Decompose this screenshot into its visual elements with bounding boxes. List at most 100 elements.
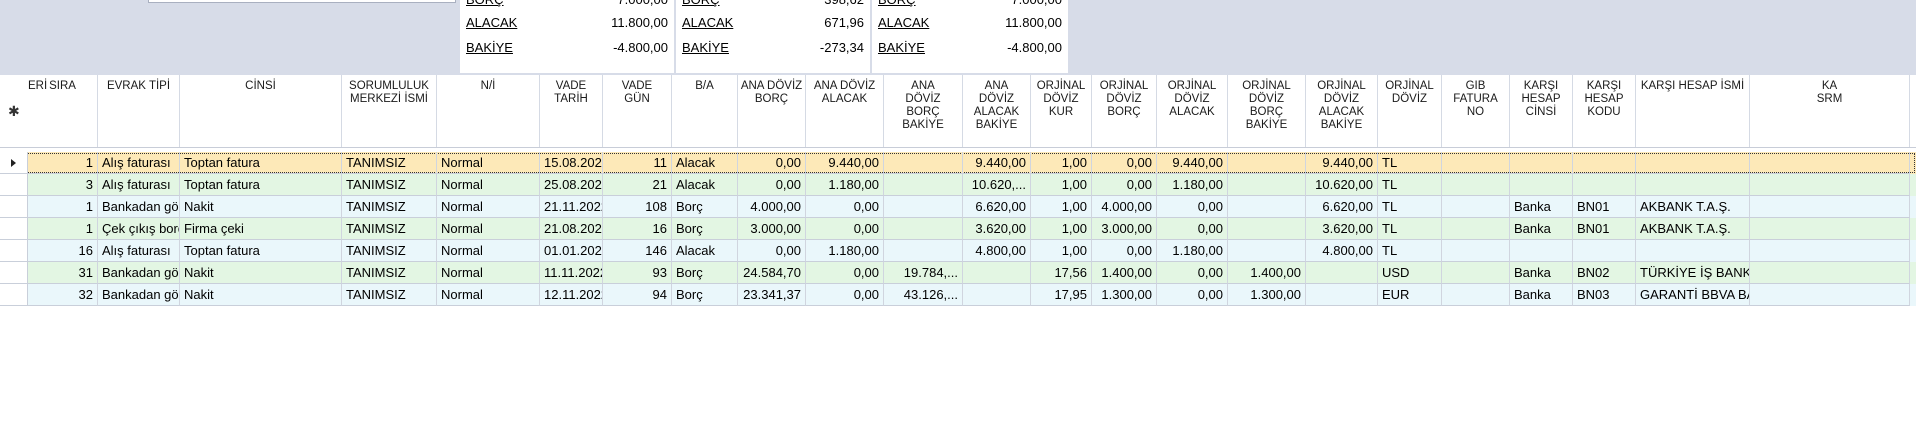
table-cell[interactable]: 94: [603, 284, 672, 306]
table-cell[interactable]: 108: [603, 196, 672, 218]
table-cell[interactable]: 9.440,00: [1157, 152, 1228, 174]
table-cell[interactable]: [884, 152, 963, 174]
table-cell[interactable]: 1,00: [1031, 218, 1092, 240]
table-cell[interactable]: TANIMSIZ: [342, 152, 437, 174]
table-cell[interactable]: TANIMSIZ: [342, 240, 437, 262]
table-cell[interactable]: 1.180,00: [806, 240, 884, 262]
table-row[interactable]: 1 Alış faturası Toptan fatura TANIMSIZ Norma…: [0, 152, 1916, 174]
table-cell[interactable]: [884, 196, 963, 218]
table-cell[interactable]: 1.180,00: [1157, 174, 1228, 196]
column-header[interactable]: KARŞI HESAP CİNSİ: [1510, 75, 1573, 147]
table-cell[interactable]: [1636, 240, 1750, 262]
table-cell[interactable]: [1750, 284, 1910, 306]
table-cell[interactable]: 10.620,...: [963, 174, 1031, 196]
table-cell[interactable]: TL: [1378, 240, 1442, 262]
table-cell[interactable]: Borç: [672, 196, 738, 218]
table-cell[interactable]: TANIMSIZ: [342, 284, 437, 306]
table-cell[interactable]: [1573, 240, 1636, 262]
table-cell[interactable]: 1.180,00: [806, 174, 884, 196]
column-header[interactable]: ORJİNAL DÖVİZ: [1378, 75, 1442, 147]
table-cell[interactable]: 1: [28, 196, 98, 218]
table-cell[interactable]: [1510, 174, 1573, 196]
table-cell[interactable]: [1750, 262, 1910, 284]
column-header[interactable]: KA SRM: [1750, 75, 1910, 147]
table-cell[interactable]: [1750, 240, 1910, 262]
table-cell[interactable]: Bankadan gönderilen havale fişi: [98, 284, 180, 306]
table-cell[interactable]: Toptan fatura: [180, 174, 342, 196]
column-header[interactable]: ORJİNAL DÖVİZ ALACAK BAKİYE: [1306, 75, 1378, 147]
table-cell[interactable]: 0,00: [738, 240, 806, 262]
table-cell[interactable]: 3.620,00: [963, 218, 1031, 240]
table-row[interactable]: 1Bankadan gönderilen havale fişiNakitTAN…: [0, 196, 1916, 218]
table-cell[interactable]: 1,00: [1031, 196, 1092, 218]
table-cell[interactable]: 9.440,00: [806, 152, 884, 174]
column-header[interactable]: CİNSİ: [180, 75, 342, 147]
table-cell[interactable]: TL: [1378, 218, 1442, 240]
table-cell[interactable]: [884, 174, 963, 196]
row-indicator[interactable]: [0, 174, 28, 196]
table-cell[interactable]: 3: [28, 174, 98, 196]
table-cell[interactable]: 3.000,00: [738, 218, 806, 240]
table-cell[interactable]: Banka: [1510, 218, 1573, 240]
table-cell[interactable]: 4.000,00: [738, 196, 806, 218]
table-cell[interactable]: [1510, 240, 1573, 262]
column-header[interactable]: EVRAK TİPİ: [98, 75, 180, 147]
row-indicator[interactable]: [0, 218, 28, 240]
column-header[interactable]: GIB FATURA NO: [1442, 75, 1510, 147]
table-cell[interactable]: 0,00: [738, 152, 806, 174]
table-cell[interactable]: Bankadan gönderilen havale fişi: [98, 196, 180, 218]
column-header[interactable]: VADE GÜN: [603, 75, 672, 147]
table-cell[interactable]: [1228, 196, 1306, 218]
table-cell[interactable]: Bankadan gönderilen havale fişi: [98, 262, 180, 284]
table-cell[interactable]: Toptan fatura: [180, 152, 342, 174]
table-cell[interactable]: USD: [1378, 262, 1442, 284]
table-cell[interactable]: [1573, 174, 1636, 196]
table-cell[interactable]: TANIMSIZ: [342, 218, 437, 240]
table-cell[interactable]: 17,95: [1031, 284, 1092, 306]
table-cell[interactable]: 1,00: [1031, 240, 1092, 262]
table-cell[interactable]: Banka: [1510, 262, 1573, 284]
row-indicator[interactable]: [0, 262, 28, 284]
summary-label-link[interactable]: ALACAK: [878, 14, 929, 32]
column-header[interactable]: ORJİNAL DÖVİZ KUR: [1031, 75, 1092, 147]
table-cell[interactable]: Firma çeki: [180, 218, 342, 240]
table-cell[interactable]: 31: [28, 262, 98, 284]
table-cell[interactable]: TANIMSIZ: [342, 196, 437, 218]
table-row[interactable]: 32Bankadan gönderilen havale fişiNakitTA…: [0, 284, 1916, 306]
table-cell[interactable]: [1442, 218, 1510, 240]
table-cell[interactable]: 1: [28, 152, 98, 174]
table-row[interactable]: 3 Alış faturası Toptan fatura TANIMSIZ Norma…: [0, 174, 1916, 196]
table-cell[interactable]: 4.000,00: [1092, 196, 1157, 218]
table-cell[interactable]: BN01: [1573, 218, 1636, 240]
table-cell[interactable]: 1.300,00: [1228, 284, 1306, 306]
table-cell[interactable]: Banka: [1510, 284, 1573, 306]
table-cell[interactable]: 93: [603, 262, 672, 284]
table-cell[interactable]: [963, 284, 1031, 306]
table-cell[interactable]: 01.01.2023: [540, 240, 603, 262]
table-cell[interactable]: 21: [603, 174, 672, 196]
table-cell[interactable]: Normal: [437, 284, 540, 306]
table-cell[interactable]: Alacak: [672, 152, 738, 174]
table-cell[interactable]: 9.440,00: [1306, 152, 1378, 174]
table-cell[interactable]: [1442, 262, 1510, 284]
table-cell[interactable]: [1636, 152, 1750, 174]
table-cell[interactable]: 21.11.2022: [540, 196, 603, 218]
table-cell[interactable]: EUR: [1378, 284, 1442, 306]
table-cell[interactable]: [963, 262, 1031, 284]
row-indicator[interactable]: [0, 240, 28, 262]
table-cell[interactable]: 21.08.2022: [540, 218, 603, 240]
table-cell[interactable]: 12.11.2022: [540, 284, 603, 306]
column-header[interactable]: SIRA: [28, 75, 98, 147]
table-cell[interactable]: 9.440,00: [963, 152, 1031, 174]
column-header[interactable]: ANA DÖVİZ ALACAK: [806, 75, 884, 147]
table-row[interactable]: 31Bankadan gönderilen havale fişiNakitTA…: [0, 262, 1916, 284]
summary-label-link[interactable]: BORÇ: [682, 0, 720, 9]
column-header[interactable]: B/A: [672, 75, 738, 147]
table-cell[interactable]: 11: [603, 152, 672, 174]
table-cell[interactable]: 0,00: [738, 174, 806, 196]
filter-input-edge[interactable]: [148, 0, 456, 3]
summary-label-link[interactable]: BORÇ: [878, 0, 916, 9]
column-header[interactable]: KARŞI HESAP KODU: [1573, 75, 1636, 147]
table-cell[interactable]: 3.620,00: [1306, 218, 1378, 240]
table-cell[interactable]: Normal: [437, 152, 540, 174]
